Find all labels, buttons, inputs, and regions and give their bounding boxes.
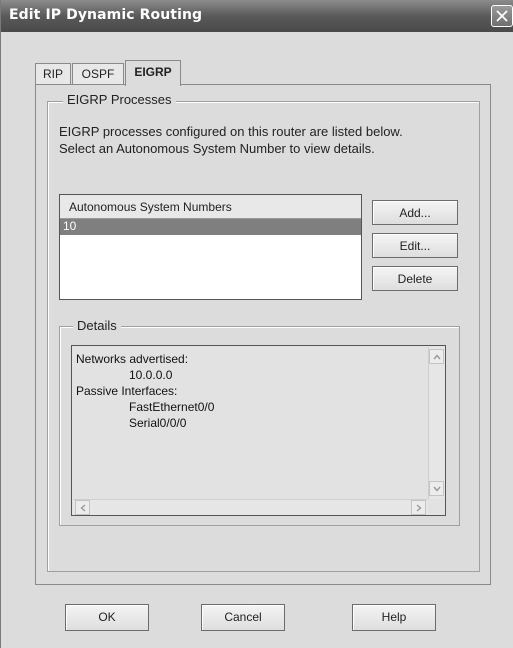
cancel-button[interactable]: Cancel [201, 604, 285, 631]
networks-advertised-label: Networks advertised: [76, 352, 189, 366]
dialog-title: Edit IP Dynamic Routing [9, 7, 203, 23]
chevron-right-icon [416, 504, 422, 512]
close-button[interactable] [491, 5, 513, 27]
passive-interface-entry: FastEthernet0/0 [129, 400, 215, 414]
delete-button[interactable]: Delete [372, 266, 458, 291]
tab-ospf[interactable]: OSPF [72, 63, 124, 84]
add-button[interactable]: Add... [372, 200, 458, 225]
vertical-scrollbar[interactable] [428, 347, 445, 499]
description-line-1: EIGRP processes configured on this route… [59, 124, 403, 139]
scroll-right-button[interactable] [411, 500, 426, 515]
scroll-up-button[interactable] [429, 349, 444, 364]
details-text-area[interactable]: Networks advertised: 10.0.0.0 Passive In… [71, 345, 446, 516]
tab-rip[interactable]: RIP [35, 63, 71, 84]
scroll-down-button[interactable] [429, 481, 444, 496]
as-numbers-column-header[interactable]: Autonomous System Numbers [60, 195, 361, 219]
processes-description: EIGRP processes configured on this route… [59, 123, 469, 157]
scroll-left-button[interactable] [75, 500, 90, 515]
dialog-window: Edit IP Dynamic Routing RIP OSPF EIGRP E… [0, 0, 513, 648]
chevron-down-icon [433, 486, 441, 492]
passive-interfaces-label: Passive Interfaces: [76, 384, 178, 398]
scrollbar-corner [428, 499, 445, 515]
description-line-2: Select an Autonomous System Number to vi… [59, 141, 375, 156]
details-legend: Details [73, 318, 121, 333]
edit-button[interactable]: Edit... [372, 233, 458, 258]
details-content: Networks advertised: 10.0.0.0 Passive In… [76, 351, 214, 431]
help-button[interactable]: Help [352, 604, 436, 631]
chevron-up-icon [433, 354, 441, 360]
network-entry: 10.0.0.0 [129, 368, 173, 382]
passive-interface-entry: Serial0/0/0 [129, 416, 187, 430]
as-numbers-list[interactable]: Autonomous System Numbers 10 [59, 194, 362, 300]
chevron-left-icon [80, 504, 86, 512]
horizontal-scrollbar[interactable] [73, 499, 428, 515]
list-item-as-10[interactable]: 10 [60, 219, 361, 235]
tab-eigrp[interactable]: EIGRP [125, 60, 181, 86]
eigrp-processes-legend: EIGRP Processes [63, 92, 176, 107]
close-icon [496, 10, 508, 22]
ok-button[interactable]: OK [65, 604, 149, 631]
title-bar[interactable]: Edit IP Dynamic Routing [1, 0, 513, 32]
